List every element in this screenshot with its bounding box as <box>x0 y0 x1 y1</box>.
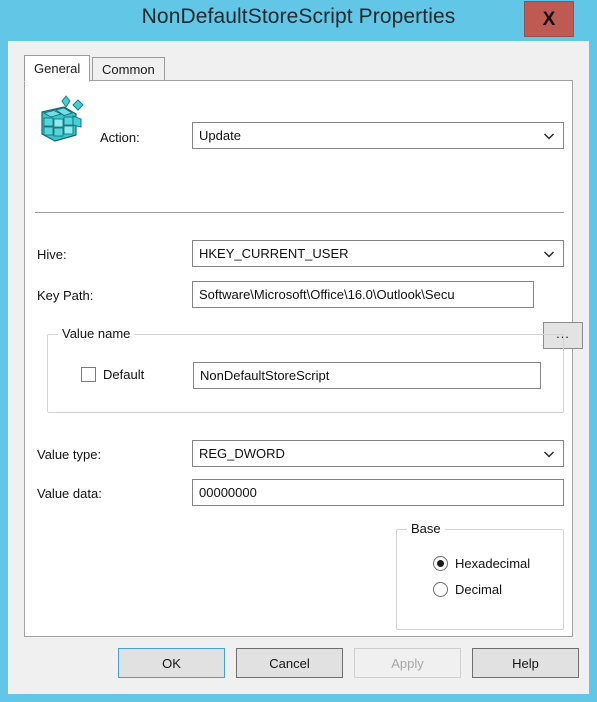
dialog-body: General Common Action: Update Hive: HKEY… <box>8 41 589 694</box>
action-value: Update <box>199 128 241 143</box>
value-name-group-title: Value name <box>58 326 135 341</box>
default-checkbox-label: Default <box>103 367 145 382</box>
value-data-value: 00000000 <box>199 485 257 500</box>
chevron-down-icon <box>543 130 555 142</box>
key-path-input[interactable]: Software\Microsoft\Office\16.0\Outlook\S… <box>192 281 534 308</box>
title-bar: NonDefaultStoreScript Properties X <box>0 0 597 41</box>
action-combobox[interactable]: Update <box>192 122 564 149</box>
key-path-value: Software\Microsoft\Office\16.0\Outlook\S… <box>199 287 455 302</box>
section-separator <box>35 212 564 213</box>
ok-button-label: OK <box>162 655 181 671</box>
value-name-groupbox: Value name Default NonDefaultStoreScript <box>47 326 564 413</box>
window-title: NonDefaultStoreScript Properties <box>141 5 456 28</box>
properties-dialog-window: NonDefaultStoreScript Properties X Gener… <box>0 0 597 702</box>
radio-hexadecimal-label: Hexadecimal <box>455 556 531 571</box>
apply-button-label: Apply <box>391 655 424 671</box>
help-button[interactable]: Help <box>472 648 579 678</box>
cancel-button-label: Cancel <box>269 655 310 671</box>
key-path-label: Key Path: <box>37 288 94 303</box>
radio-unselected-icon <box>433 582 448 597</box>
value-name-input[interactable]: NonDefaultStoreScript <box>193 362 541 389</box>
apply-button: Apply <box>354 648 461 678</box>
radio-decimal[interactable]: Decimal <box>433 582 502 597</box>
value-type-value: REG_DWORD <box>199 446 285 461</box>
checkbox-box-icon <box>81 367 96 382</box>
cancel-button[interactable]: Cancel <box>236 648 343 678</box>
tab-general[interactable]: General <box>24 55 91 82</box>
value-name-value: NonDefaultStoreScript <box>200 368 330 383</box>
tab-page-general: Action: Update Hive: HKEY_CURRENT_USER K… <box>24 80 583 637</box>
base-groupbox: Base Hexadecimal Decimal <box>396 521 564 630</box>
tab-strip: General Common <box>24 55 573 82</box>
value-data-input[interactable]: 00000000 <box>192 479 564 506</box>
ok-button[interactable]: OK <box>118 648 225 678</box>
tab-common[interactable]: Common <box>92 57 165 81</box>
close-button[interactable]: X <box>524 1 574 37</box>
tab-common-label: Common <box>102 61 155 77</box>
close-icon: X <box>542 8 556 30</box>
value-data-label: Value data: <box>37 486 102 501</box>
help-button-label: Help <box>512 655 539 671</box>
chevron-down-icon <box>543 448 555 460</box>
chevron-down-icon <box>543 248 555 260</box>
base-group-title: Base <box>407 521 445 536</box>
action-label: Action: <box>100 130 140 145</box>
hive-value: HKEY_CURRENT_USER <box>199 246 349 261</box>
value-type-label: Value type: <box>37 447 102 462</box>
registry-item-icon <box>37 94 93 144</box>
radio-selected-icon <box>433 556 448 571</box>
radio-decimal-label: Decimal <box>455 582 502 597</box>
tab-general-label: General <box>34 61 81 76</box>
hive-combobox[interactable]: HKEY_CURRENT_USER <box>192 240 564 267</box>
default-checkbox[interactable]: Default <box>81 367 144 382</box>
radio-hexadecimal[interactable]: Hexadecimal <box>433 556 530 571</box>
value-type-combobox[interactable]: REG_DWORD <box>192 440 564 467</box>
hive-label: Hive: <box>37 247 67 262</box>
